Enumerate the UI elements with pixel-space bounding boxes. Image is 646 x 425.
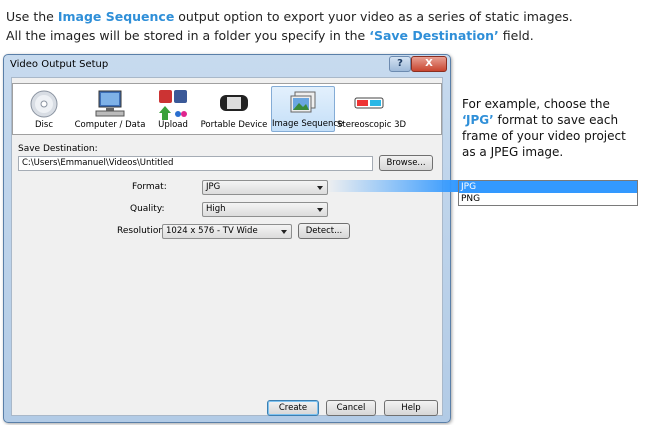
category-portable-device[interactable]: Portable Device — [199, 86, 269, 132]
titlebar-close-button[interactable]: X — [411, 56, 447, 72]
category-stereoscopic-3d[interactable]: Stereoscopic 3D — [337, 86, 406, 132]
3d-glasses-icon — [354, 97, 384, 109]
resolution-select[interactable]: 1024 x 576 - TV Wide — [162, 224, 292, 239]
intro-line-1: Use the Image Sequence output option to … — [6, 9, 573, 24]
browse-button[interactable]: Browse... — [379, 155, 433, 171]
category-upload[interactable]: Upload — [151, 86, 195, 132]
category-disc[interactable]: Disc — [19, 86, 69, 132]
computer-icon — [95, 90, 125, 117]
titlebar-help-button[interactable]: ? — [389, 56, 411, 72]
output-category-bar: Disc Computer / Data Upload Portable Dev… — [12, 83, 442, 135]
image-sequence-icon — [290, 91, 316, 113]
save-destination-label: Save Destination: — [18, 144, 98, 154]
category-image-sequence[interactable]: Image Sequence — [271, 86, 343, 132]
dialog-title: Video Output Setup — [10, 59, 109, 70]
save-destination-highlight: ‘Save Destination’ — [369, 28, 499, 43]
disc-icon — [30, 90, 58, 118]
category-computer-data[interactable]: Computer / Data — [73, 86, 147, 132]
chevron-down-icon — [317, 208, 323, 212]
format-select[interactable]: JPG — [202, 180, 328, 195]
format-option-png[interactable]: PNG — [459, 193, 637, 205]
resolution-label: Resolution: — [117, 226, 168, 236]
callout-text: For example, choose the ‘JPG’ format to … — [462, 97, 626, 159]
dialog-titlebar[interactable]: Video Output Setup ? X — [4, 55, 450, 77]
create-button[interactable]: Create — [267, 400, 319, 416]
video-output-setup-dialog: Video Output Setup ? X Disc Computer / D… — [3, 54, 451, 423]
save-destination-input[interactable]: C:\Users\Emmanuel\Videos\Untitled — [18, 156, 373, 171]
image-sequence-highlight: Image Sequence — [57, 9, 175, 24]
help-button[interactable]: Help — [384, 400, 438, 416]
portable-device-icon — [220, 95, 248, 111]
intro-text: Use the Image Sequence output option to … — [6, 7, 573, 45]
chevron-down-icon — [281, 230, 287, 234]
format-option-jpg[interactable]: JPG — [459, 181, 637, 193]
format-dropdown-list: JPG PNG — [458, 180, 638, 206]
upload-icon — [159, 90, 187, 120]
quality-select[interactable]: High — [202, 202, 328, 217]
detect-button[interactable]: Detect... — [298, 223, 350, 239]
format-highlight-band — [326, 180, 458, 192]
dialog-body: Disc Computer / Data Upload Portable Dev… — [11, 77, 443, 416]
cancel-button[interactable]: Cancel — [326, 400, 376, 416]
jpg-highlight: ‘JPG’ — [462, 113, 494, 127]
intro-line-2: All the images will be stored in a folde… — [6, 28, 534, 43]
format-label: Format: — [132, 182, 167, 192]
quality-label: Quality: — [130, 204, 165, 214]
chevron-down-icon — [317, 186, 323, 190]
